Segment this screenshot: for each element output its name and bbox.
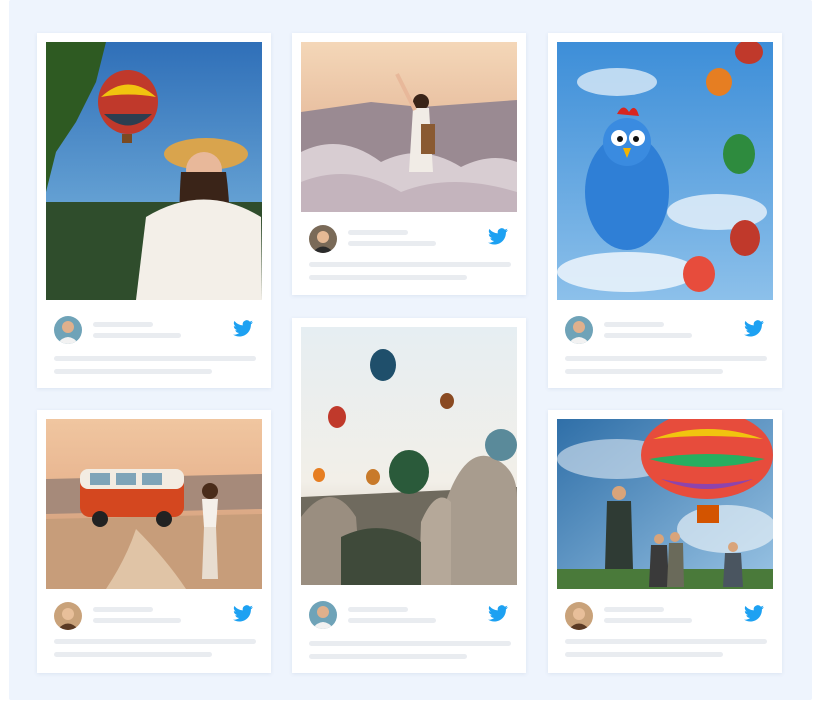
username-placeholder [604, 322, 664, 327]
social-wall-board [9, 0, 812, 700]
post-photo [301, 42, 517, 212]
post-text-placeholder [309, 262, 511, 267]
twitter-bird-icon[interactable] [488, 228, 508, 245]
twitter-bird-icon[interactable] [488, 605, 508, 622]
avatar [54, 316, 82, 344]
post-card[interactable] [548, 33, 782, 388]
post-photo [557, 42, 773, 300]
post-text-placeholder [309, 641, 511, 646]
post-card[interactable] [292, 33, 526, 295]
username-placeholder [348, 607, 408, 612]
username-placeholder [93, 322, 153, 327]
post-text-placeholder [54, 639, 256, 644]
post-text-placeholder [565, 369, 723, 374]
post-photo [46, 419, 262, 589]
avatar [565, 602, 593, 630]
avatar [565, 316, 593, 344]
post-text-placeholder [309, 275, 467, 280]
post-photo [46, 42, 262, 300]
handle-placeholder [604, 618, 692, 623]
avatar [309, 601, 337, 629]
avatar [309, 225, 337, 253]
twitter-bird-icon[interactable] [233, 320, 253, 337]
post-card[interactable] [292, 318, 526, 673]
post-text-placeholder [54, 369, 212, 374]
post-photo [301, 327, 517, 585]
post-card[interactable] [37, 410, 271, 673]
post-card[interactable] [37, 33, 271, 388]
post-text-placeholder [54, 652, 212, 657]
avatar [54, 602, 82, 630]
post-photo [557, 419, 773, 589]
username-placeholder [93, 607, 153, 612]
handle-placeholder [348, 618, 436, 623]
post-text-placeholder [565, 356, 767, 361]
twitter-bird-icon[interactable] [744, 605, 764, 622]
post-text-placeholder [54, 356, 256, 361]
post-text-placeholder [309, 654, 467, 659]
handle-placeholder [93, 333, 181, 338]
twitter-bird-icon[interactable] [233, 605, 253, 622]
post-text-placeholder [565, 652, 723, 657]
twitter-bird-icon[interactable] [744, 320, 764, 337]
handle-placeholder [348, 241, 436, 246]
username-placeholder [348, 230, 408, 235]
handle-placeholder [93, 618, 181, 623]
post-card[interactable] [548, 410, 782, 673]
handle-placeholder [604, 333, 692, 338]
username-placeholder [604, 607, 664, 612]
post-text-placeholder [565, 639, 767, 644]
